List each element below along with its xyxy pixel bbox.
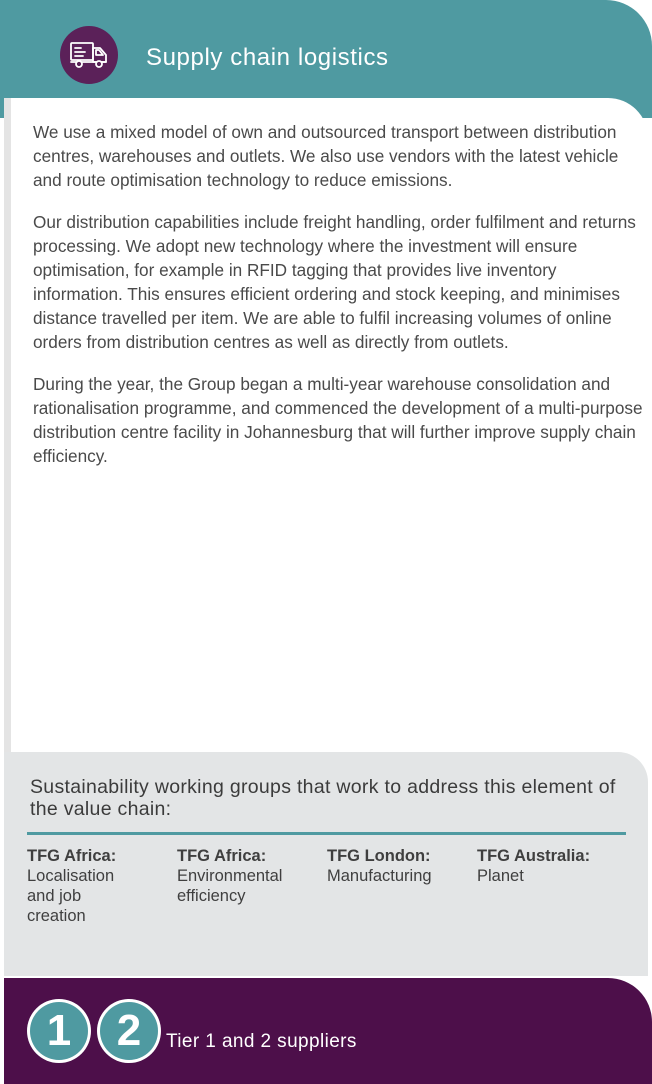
body-text: We use a mixed model of own and outsourc… bbox=[33, 120, 645, 486]
working-groups-panel: Sustainability working groups that work … bbox=[4, 752, 648, 976]
paragraph-transport: We use a mixed model of own and outsourc… bbox=[33, 122, 619, 190]
tier-1-badge: 1 bbox=[30, 1002, 88, 1060]
section-title: Supply chain logistics bbox=[146, 44, 389, 71]
paragraph-warehouse: During the year, the Group began a multi… bbox=[33, 374, 643, 466]
working-group-text: Environmental efficiency bbox=[177, 867, 283, 905]
working-group-item: TFG Africa: Environmental efficiency bbox=[177, 846, 317, 906]
tier-banner: 1 2 Tier 1 and 2 suppliers bbox=[4, 978, 652, 1084]
working-group-heading: TFG Africa: bbox=[177, 847, 267, 865]
working-group-text: Localisation and job creation bbox=[27, 867, 115, 925]
working-group-item: TFG Africa: Localisation and job creatio… bbox=[27, 846, 167, 926]
working-group-item: TFG Australia: Planet bbox=[477, 846, 617, 886]
working-group-item: TFG London: Manufacturing bbox=[327, 846, 467, 886]
working-group-text: Planet bbox=[477, 867, 524, 885]
working-groups-title: Sustainability working groups that work … bbox=[30, 776, 616, 820]
tier-2-badge: 2 bbox=[100, 1002, 158, 1060]
working-group-heading: TFG Australia: bbox=[477, 847, 591, 865]
tier-label: Tier 1 and 2 suppliers bbox=[166, 1031, 357, 1052]
working-group-heading: TFG Africa: bbox=[27, 847, 117, 865]
delivery-truck-icon bbox=[60, 26, 118, 84]
working-group-text: Manufacturing bbox=[327, 867, 432, 885]
divider bbox=[27, 832, 626, 835]
working-group-heading: TFG London: bbox=[327, 847, 431, 865]
paragraph-distribution: Our distribution capabilities include fr… bbox=[33, 212, 636, 352]
